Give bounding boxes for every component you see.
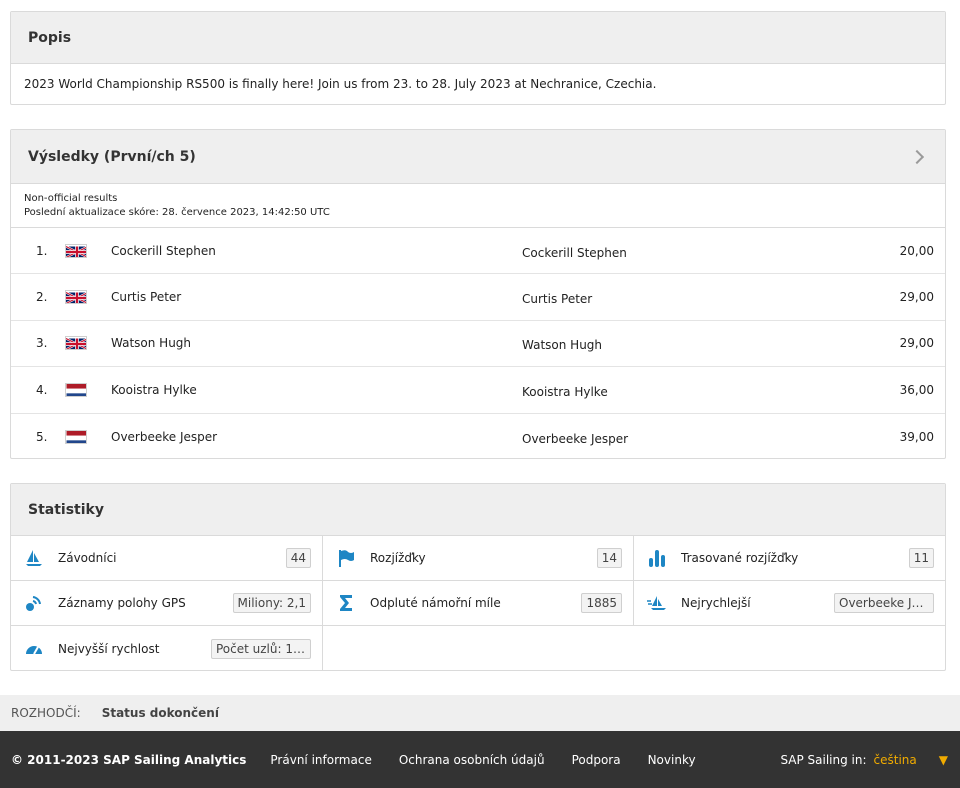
referee-label: ROZHODČÍ:	[11, 706, 81, 720]
netherlands-flag-icon	[65, 429, 87, 444]
results-row[interactable]: 5. Overbeeke Jesper Overbeeke Jesper 39,00	[11, 414, 945, 460]
results-panel: Výsledky (První/ch 5) Non-official resul…	[10, 129, 946, 459]
stat-label: Nejrychlejší	[681, 596, 751, 610]
stat-value: Počet uzlů: 17,8	[211, 638, 311, 659]
stat-sigma: Odpluté námořní míle 1885	[323, 581, 634, 626]
results-title: Výsledky (První/ch 5)	[28, 148, 196, 165]
gps-signal-icon	[23, 592, 45, 614]
competitor-name[interactable]: Overbeeke Jesper	[111, 430, 217, 444]
results-note: Non-official results	[24, 193, 118, 204]
results-list: 1. Cockerill Stephen Cockerill Stephen 20,0…	[11, 228, 945, 460]
fast-boat-icon	[646, 592, 668, 614]
rank: 3.	[36, 336, 48, 351]
stat-value: Miliony: 2,1	[232, 593, 311, 613]
stat-value: 1885	[581, 593, 622, 613]
stat-label: Závodníci	[58, 551, 117, 565]
stat-label: Nejvyšší rychlost	[58, 641, 160, 656]
footer-link-privacy[interactable]: Ochrana osobních údajů	[399, 753, 545, 767]
stat-label: Rozjížďky	[370, 551, 426, 565]
bar-chart-icon	[646, 547, 668, 569]
rank: 1.	[36, 243, 48, 258]
speedometer-icon	[23, 638, 45, 660]
language-label: SAP Sailing in:	[780, 752, 867, 767]
competitor-name[interactable]: Kooistra Hylke	[111, 383, 197, 397]
statistics-panel: Statistiky Závodníci 44 Rozjížďky 14 Trasova…	[10, 483, 946, 671]
uk-flag-icon	[65, 243, 87, 258]
copyright-text: © 2011-2023 SAP Sailing Analytics	[11, 752, 247, 767]
language-selector[interactable]: SAP Sailing in: čeština ▼	[780, 753, 948, 767]
flag-icon	[335, 547, 357, 569]
points: 29,00	[899, 290, 934, 305]
referee-bar: ROZHODČÍ: Status dokončení	[0, 695, 960, 731]
results-row[interactable]: 4. Kooistra Hylke Kooistra Hylke 36,00	[11, 367, 945, 414]
crew-name: Kooistra Hylke	[522, 384, 608, 399]
sigma-icon	[335, 592, 357, 614]
results-row[interactable]: 3. Watson Hugh Watson Hugh 29,00	[11, 321, 945, 368]
stat-bar-chart: Trasované rozjížďky 11	[634, 536, 945, 581]
rank: 4.	[36, 382, 48, 397]
statistics-grid: Závodníci 44 Rozjížďky 14 Trasované rozjížďk…	[11, 536, 945, 671]
stat-value: 11	[908, 548, 934, 568]
uk-flag-icon	[65, 290, 87, 305]
uk-flag-icon	[65, 336, 87, 351]
footer: © 2011-2023 SAP Sailing Analytics Právní…	[0, 731, 960, 788]
stat-label: Záznamy polohy GPS	[58, 596, 186, 610]
description-title: Popis	[11, 12, 945, 64]
statistics-title: Statistiky	[11, 484, 945, 536]
stat-fast-boat: Nejrychlejší Overbeeke Jes...	[634, 581, 945, 626]
points: 20,00	[899, 243, 934, 258]
results-header[interactable]: Výsledky (První/ch 5)	[11, 130, 945, 184]
results-meta: Non-official results Poslední aktualizac…	[11, 184, 945, 228]
crew-name: Overbeeke Jesper	[522, 431, 629, 446]
results-row[interactable]: 1. Cockerill Stephen Cockerill Stephen 20,0…	[11, 228, 945, 275]
sailboat-icon	[23, 547, 45, 569]
stat-value: 44	[285, 548, 311, 568]
results-row[interactable]: 2. Curtis Peter Curtis Peter 29,00	[11, 274, 945, 321]
footer-link-legal[interactable]: Právní informace	[270, 753, 371, 767]
stat-sailboat: Závodníci 44	[11, 536, 323, 581]
points: 36,00	[899, 382, 934, 397]
rank: 5.	[36, 429, 48, 444]
results-last-update: Poslední aktualizace skóre: 28. července…	[24, 207, 330, 218]
competitor-name[interactable]: Watson Hugh	[111, 336, 191, 350]
crew-name: Watson Hugh	[522, 338, 603, 353]
crew-name: Curtis Peter	[522, 292, 593, 307]
points: 39,00	[899, 429, 934, 444]
stat-label: Odpluté námořní míle	[370, 596, 501, 610]
competitor-name[interactable]: Curtis Peter	[111, 290, 181, 304]
chevron-right-icon[interactable]	[909, 149, 925, 164]
stat-empty-cell	[323, 626, 945, 671]
footer-link-news[interactable]: Novinky	[648, 753, 696, 767]
crew-name: Cockerill Stephen	[522, 245, 627, 260]
description-text: 2023 World Championship RS500 is finally…	[24, 77, 657, 91]
stat-gps-signal: Záznamy polohy GPS Miliony: 2,1	[11, 581, 323, 626]
stat-value: Overbeeke Jes...	[834, 593, 934, 613]
completion-status-link[interactable]: Status dokončení	[102, 706, 219, 720]
competitor-name[interactable]: Cockerill Stephen	[111, 244, 216, 258]
language-value[interactable]: čeština	[874, 753, 917, 767]
caret-down-icon[interactable]: ▼	[939, 753, 948, 767]
stat-speedometer: Nejvyšší rychlost Počet uzlů: 17,8	[11, 626, 323, 671]
stat-value: 14	[596, 548, 622, 568]
description-panel: Popis 2023 World Championship RS500 is f…	[10, 11, 946, 105]
rank: 2.	[36, 290, 48, 305]
stat-label: Trasované rozjížďky	[681, 551, 799, 565]
netherlands-flag-icon	[65, 382, 87, 397]
points: 29,00	[899, 336, 934, 351]
stat-flag: Rozjížďky 14	[323, 536, 634, 581]
footer-link-support[interactable]: Podpora	[572, 753, 621, 767]
